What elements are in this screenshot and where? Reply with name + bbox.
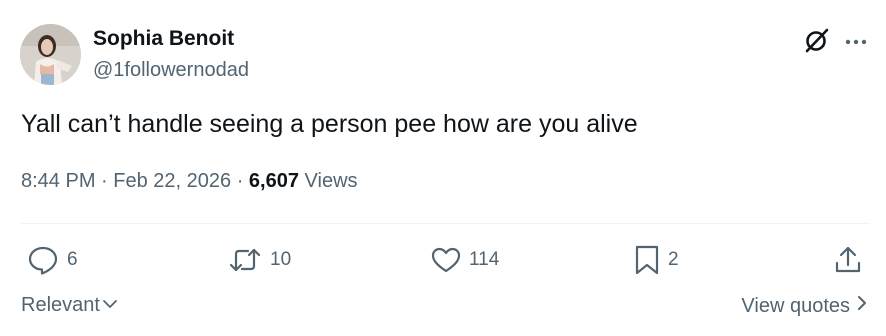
divider xyxy=(21,223,870,224)
meta-separator: · xyxy=(101,170,114,192)
chevron-down-icon xyxy=(100,294,118,317)
reply-icon xyxy=(27,245,59,275)
author-display-name[interactable]: Sophia Benoit xyxy=(93,27,234,51)
tweet-date[interactable]: Feb 22, 2026 xyxy=(113,170,231,192)
bookmark-count: 2 xyxy=(668,249,679,270)
like-count: 114 xyxy=(469,249,500,270)
author-handle[interactable]: @1followernodad xyxy=(93,59,249,82)
share-button[interactable] xyxy=(833,243,863,277)
meta-separator: · xyxy=(236,170,249,192)
bookmark-icon xyxy=(634,244,660,276)
like-icon xyxy=(431,246,461,274)
repost-button[interactable]: 10 xyxy=(228,243,291,277)
more-icon[interactable] xyxy=(845,34,867,45)
like-button[interactable]: 114 xyxy=(431,243,499,277)
tweet-meta: 8:44 PM · Feb 22, 2026 · 6,607 Views xyxy=(21,170,358,193)
reply-count: 6 xyxy=(67,249,78,270)
tweet-time[interactable]: 8:44 PM xyxy=(21,170,95,192)
views-label: Views xyxy=(304,170,358,192)
share-icon xyxy=(833,245,863,275)
chevron-right-icon xyxy=(850,294,868,318)
grok-icon[interactable] xyxy=(803,26,831,54)
view-quotes-label: View quotes xyxy=(741,294,850,317)
tweet-text: Yall can’t handle seeing a person pee ho… xyxy=(21,110,638,138)
repost-count: 10 xyxy=(270,249,292,270)
view-quotes-link[interactable]: View quotes xyxy=(741,294,868,318)
repost-icon xyxy=(228,246,262,274)
reply-button[interactable]: 6 xyxy=(27,243,78,277)
bookmark-button[interactable]: 2 xyxy=(634,243,679,277)
views-count[interactable]: 6,607 xyxy=(249,170,299,192)
avatar[interactable] xyxy=(20,24,81,85)
replies-sort-dropdown[interactable]: Relevant xyxy=(21,294,118,317)
sort-label: Relevant xyxy=(21,294,100,316)
avatar-photo xyxy=(20,24,81,85)
tweet-detail: Sophia Benoit @1followernodad Yall can’t… xyxy=(0,0,886,336)
